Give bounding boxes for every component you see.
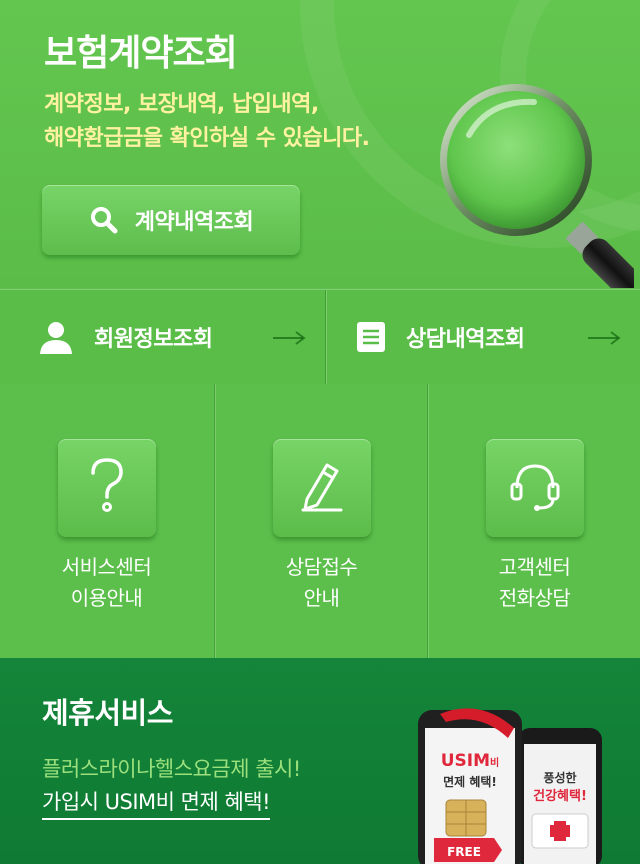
service-center-tile-icon-box: [57, 439, 156, 537]
document-icon: [356, 321, 386, 353]
consultation-history-link-label: 상담내역조회: [406, 327, 525, 352]
phones-illustration: 풍성한 건강혜택! USIM비 면제 혜택! FREE: [410, 698, 640, 864]
phone1-line: 면제 혜택!: [443, 774, 497, 789]
phone-illustration: USIM비 면제 혜택! FREE: [418, 708, 522, 864]
divider: [326, 290, 327, 384]
hero-description: 계약정보, 보장내역, 납입내역, 해약환급금을 확인하실 수 있습니다.: [44, 88, 370, 156]
customer-center-tile[interactable]: 고객센터 전화상담: [428, 384, 640, 658]
tile-label-line2: 안내: [303, 586, 340, 610]
service-center-tile[interactable]: 서비스센터 이용안내: [0, 384, 213, 658]
hero-section: 보험계약조회 계약정보, 보장내역, 납입내역, 해약환급금을 확인하실 수 있…: [0, 0, 640, 288]
customer-center-tile-icon-box: [485, 439, 584, 537]
partner-service-title: 제휴서비스: [42, 696, 173, 730]
service-center-tile-label: 서비스센터 이용안내: [0, 552, 213, 614]
tile-label-line2: 이용안내: [70, 586, 143, 610]
phone1-brand-suffix: 비: [490, 756, 499, 769]
search-icon: [89, 205, 119, 235]
contract-inquiry-button[interactable]: 계약내역조회: [42, 185, 300, 255]
tile-label-line1: 고객센터: [498, 555, 571, 579]
magnifying-glass-illustration: [434, 80, 640, 288]
right-arrow-icon: [587, 330, 621, 349]
hero-description-line2: 해약환급금을 확인하실 수 있습니다.: [44, 126, 370, 151]
phone2-line1: 풍성한: [543, 770, 576, 785]
partner-service-link[interactable]: 가입시 USIM비 면제 혜택!: [42, 786, 271, 820]
right-arrow-icon: [272, 330, 306, 349]
consultation-request-tile-icon-box: [272, 439, 371, 537]
question-icon: [85, 457, 129, 519]
page-title: 보험계약조회: [44, 33, 238, 74]
tile-label-line2: 전화상담: [498, 586, 571, 610]
member-info-link-label: 회원정보조회: [94, 327, 213, 352]
member-links-row: 회원정보조회 상담내역조회: [0, 289, 640, 385]
partner-service-headline: 플러스라이나헬스요금제 출시!: [42, 757, 301, 781]
customer-center-tile-label: 고객센터 전화상담: [428, 552, 640, 614]
service-tiles-row: 서비스센터 이용안내 상담접수 안내 고객센터 전화상담: [0, 384, 640, 658]
phone-illustration: 풍성한 건강혜택!: [518, 728, 602, 864]
pencil-icon: [297, 459, 347, 517]
tile-label-line1: 상담접수: [285, 555, 358, 579]
contract-inquiry-button-label: 계약내역조회: [134, 210, 254, 235]
consultation-request-tile-label: 상담접수 안내: [215, 552, 428, 614]
person-icon: [38, 319, 74, 355]
phone2-line2: 건강혜택!: [533, 788, 587, 804]
phone1-badge: FREE: [447, 845, 481, 859]
headset-icon: [507, 458, 563, 518]
consultation-request-tile[interactable]: 상담접수 안내: [215, 384, 428, 658]
phone1-brand: USIM: [441, 751, 490, 771]
hero-description-line1: 계약정보, 보장내역, 납입내역,: [44, 92, 319, 117]
tile-label-line1: 서비스센터: [61, 555, 152, 579]
partner-service-section: 제휴서비스 플러스라이나헬스요금제 출시! 가입시 USIM비 면제 혜택! 풍…: [0, 658, 640, 864]
